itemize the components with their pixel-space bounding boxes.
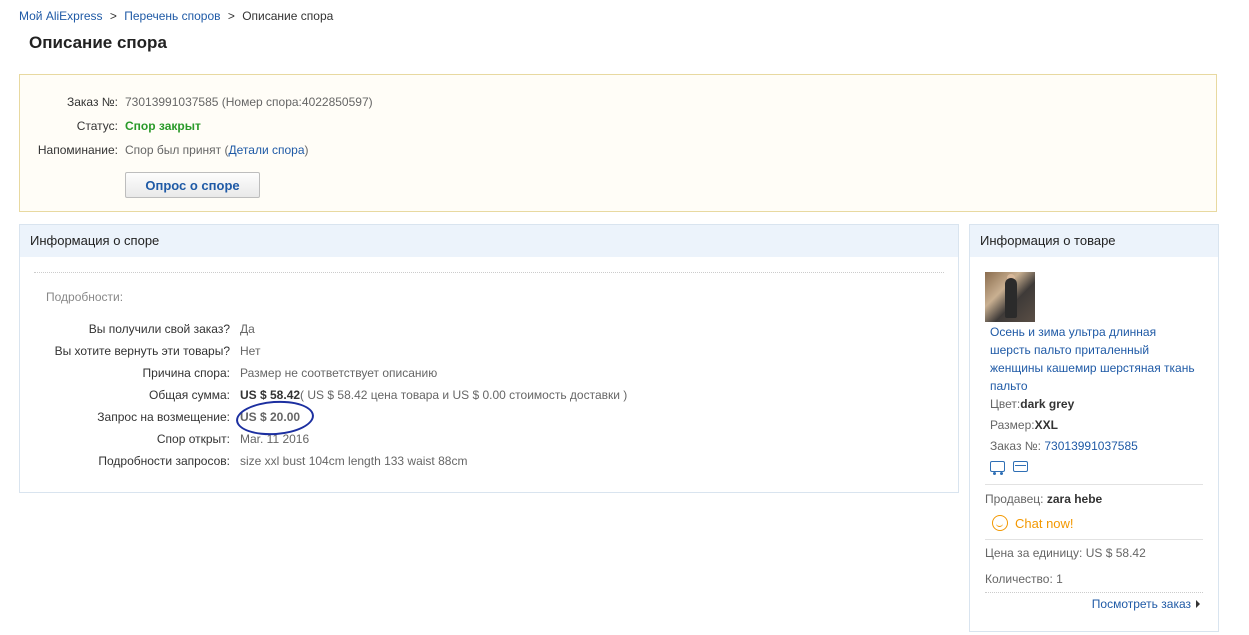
order-row: Заказ №: 73013991037585 (Номер спора:402… [20, 94, 1216, 110]
unit-price-label: Цена за единицу: [985, 546, 1083, 560]
page-title: Описание спора [29, 33, 167, 52]
breadcrumb-my-aliexpress[interactable]: Мой AliExpress [19, 9, 103, 23]
details-title: Подробности: [46, 290, 124, 304]
dispute-survey-button[interactable]: Опрос о споре [125, 172, 260, 198]
quantity-label: Количество: [985, 572, 1053, 586]
reminder-text: Спор был принят [125, 143, 222, 157]
product-info-header: Информация о товаре [970, 225, 1218, 257]
color-label: Цвет: [990, 397, 1021, 411]
reminder-row: Напоминание: Спор был принят (Детали спо… [20, 142, 1216, 158]
seller-name[interactable]: zara hebe [1047, 492, 1102, 506]
chat-now-button[interactable]: Chat now! [992, 515, 1074, 531]
color-value: dark grey [1020, 397, 1075, 411]
order-label: Заказ №: [66, 95, 118, 109]
dispute-info-header: Информация о споре [20, 225, 958, 257]
detail-row-reason: Причина спора: Размер не соответствует о… [20, 365, 958, 381]
detail-value: Размер не соответствует описанию [240, 366, 438, 380]
total-amount: US $ 58.42 [240, 388, 301, 402]
divider [985, 539, 1203, 540]
total-breakdown: ( US $ 58.42 цена товара и US $ 0.00 сто… [300, 388, 628, 402]
quantity-value: 1 [1056, 572, 1063, 586]
detail-row-opened: Спор открыт: Mar. 11 2016 [20, 431, 958, 447]
seller-label: Продавец: [985, 492, 1044, 506]
detail-label: Вы хотите вернуть эти товары? [54, 344, 230, 358]
divider [985, 592, 1203, 593]
breadcrumb: Мой AliExpress > Перечень споров > Описа… [19, 9, 333, 23]
status-value: Спор закрыт [125, 119, 201, 133]
shipping-icon[interactable] [990, 461, 1005, 475]
view-order-label: Посмотреть заказ [1091, 597, 1191, 611]
dispute-details-link[interactable]: Детали спора [229, 143, 305, 157]
order-number-link[interactable]: 73013991037585 [1044, 439, 1137, 453]
breadcrumb-separator: > [109, 9, 117, 23]
detail-row-return: Вы хотите вернуть эти товары? Нет [20, 343, 958, 359]
chat-now-label: Chat now! [1015, 516, 1074, 531]
size-label: Размер: [990, 418, 1035, 432]
reminder-value: Спор был принят (Детали спора) [125, 142, 309, 158]
status-label: Статус: [76, 119, 118, 133]
detail-label: Вы получили свой заказ? [88, 322, 230, 336]
thumbnail-figure-coat [1005, 278, 1017, 318]
payment-card-icon[interactable] [1013, 461, 1028, 472]
product-size: Размер:XXL [990, 417, 1058, 433]
detail-row-request-details: Подробности запросов: size xxl bust 104c… [20, 453, 958, 469]
detail-label: Запрос на возмещение: [97, 410, 230, 424]
detail-row-refund: Запрос на возмещение: US $ 20.00 [20, 409, 958, 425]
detail-row-total: Общая сумма: US $ 58.42( US $ 58.42 цена… [20, 387, 958, 403]
detail-value: US $ 58.42( US $ 58.42 цена товара и US … [240, 387, 627, 403]
detail-label: Причина спора: [142, 366, 230, 380]
view-order-link[interactable]: Посмотреть заказ [1092, 597, 1200, 611]
order-icons [990, 461, 1036, 475]
divider [985, 484, 1203, 485]
quantity-row: Количество: 1 [985, 572, 1063, 586]
arrow-right-icon [1196, 600, 1200, 608]
unit-price-row: Цена за единицу: US $ 58.42 [985, 546, 1146, 560]
order-value: 73013991037585 (Номер спора:4022850597) [125, 95, 373, 109]
product-color: Цвет:dark grey [990, 396, 1074, 412]
detail-label: Общая сумма: [149, 388, 230, 402]
breadcrumb-separator: > [227, 9, 235, 23]
dispute-status-box: Заказ №: 73013991037585 (Номер спора:402… [19, 74, 1217, 212]
reminder-close-paren: ) [304, 143, 309, 157]
dispute-info-panel: Информация о споре Подробности: Вы получ… [19, 224, 959, 493]
divider [34, 272, 944, 273]
product-info-panel: Информация о товаре Осень и зима ультра … [969, 224, 1219, 632]
order-label: Заказ №: [990, 439, 1042, 453]
detail-value: size xxl bust 104cm length 133 waist 88c… [240, 454, 468, 468]
seller-row: Продавец: zara hebe [985, 492, 1102, 506]
product-thumbnail[interactable] [985, 272, 1035, 322]
detail-row-received: Вы получили свой заказ? Да [20, 321, 958, 337]
breadcrumb-dispute-list[interactable]: Перечень споров [124, 9, 220, 23]
detail-label: Спор открыт: [156, 432, 230, 446]
unit-price-value: US $ 58.42 [1085, 546, 1146, 560]
reminder-label: Напоминание: [37, 143, 118, 157]
detail-value: Да [240, 322, 255, 336]
status-row: Статус: Спор закрыт [20, 118, 1216, 134]
product-order: Заказ №: 73013991037585 [990, 438, 1138, 454]
size-value: XXL [1034, 418, 1058, 432]
breadcrumb-current: Описание спора [242, 9, 334, 23]
detail-label: Подробности запросов: [98, 454, 230, 468]
product-title-link[interactable]: Осень и зима ультра длинная шерсть пальт… [990, 323, 1200, 395]
detail-value: Нет [240, 344, 261, 358]
chat-smile-icon [992, 515, 1008, 531]
